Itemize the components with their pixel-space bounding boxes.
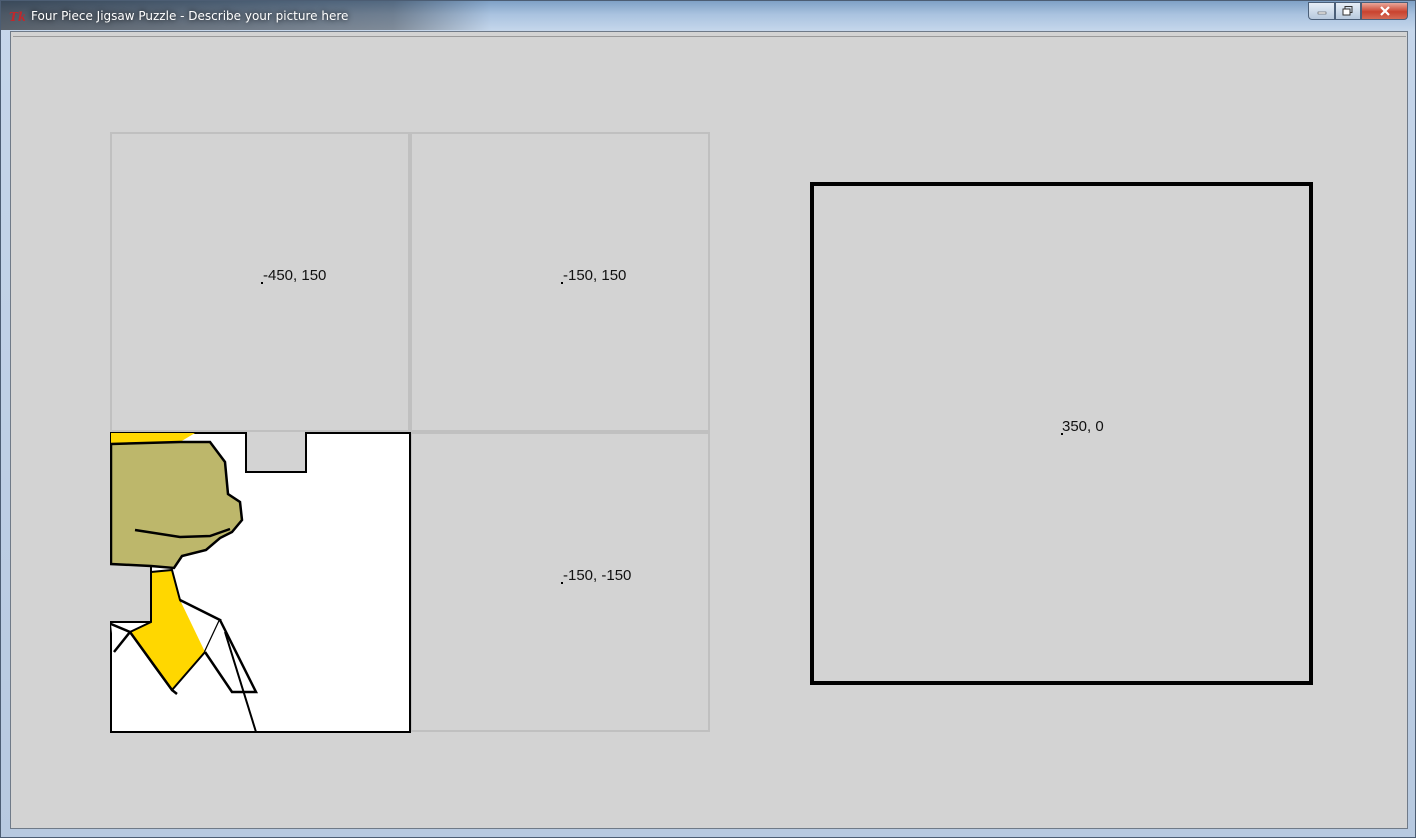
title-bar[interactable]: Tk Four Piece Jigsaw Puzzle - Describe y… [1,1,1415,30]
puzzle-target-area[interactable]: 350, 0 [810,182,1313,685]
jigsaw-piece[interactable] [109,432,412,734]
cell-coordinate-label: -150, -150 [563,567,632,584]
tk-feather-icon: Tk [9,10,25,24]
close-button[interactable] [1361,2,1408,20]
cell-coordinate-label: -150, 150 [563,267,627,284]
svg-text:Tk: Tk [9,10,25,24]
maximize-icon [1336,3,1360,19]
maximize-button[interactable] [1335,2,1361,20]
cell-coordinate-label: -450, 150 [263,267,327,284]
window-title: Four Piece Jigsaw Puzzle - Describe your… [31,9,349,23]
board-cell-top-left: -450, 150 [110,132,410,432]
close-icon [1362,3,1407,19]
minimize-button[interactable] [1308,2,1335,20]
board-cell-top-right: -150, 150 [410,132,710,432]
piece-artwork [109,432,411,733]
target-coordinate-label: 350, 0 [1062,418,1104,435]
board-cell-bottom-right: -150, -150 [410,432,710,732]
minimize-icon [1309,3,1334,19]
